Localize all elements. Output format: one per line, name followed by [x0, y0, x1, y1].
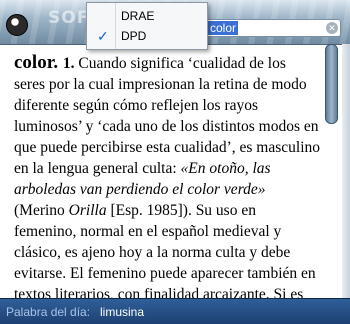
- definition-paragraph: color. 1. Cuando significa ‘cualidad de …: [14, 52, 320, 298]
- definition-body: Cuando significa ‘cualidad de los seres …: [14, 55, 320, 177]
- citation-source: Orilla: [68, 202, 107, 219]
- word-of-day-label: Palabra del día:: [6, 305, 91, 319]
- vertical-scrollbar[interactable]: [324, 44, 338, 298]
- right-edge: [342, 44, 350, 298]
- word-of-day-link[interactable]: limusina: [100, 299, 144, 324]
- menu-item-drae[interactable]: DRAE: [87, 6, 205, 26]
- clear-search-icon[interactable]: ✕: [326, 22, 338, 34]
- definition-text: color. 1. Cuando significa ‘cualidad de …: [14, 52, 320, 298]
- app-menu-icon[interactable]: [6, 14, 28, 36]
- search-input[interactable]: color ✕: [205, 19, 341, 37]
- word-of-the-day-bar: Palabra del día: limusina: [0, 298, 350, 324]
- sense-number: 1.: [62, 55, 75, 72]
- dictionary-window: SOFTPEDIA color ✕ DRAE ✓ DPD color. 1. C…: [0, 0, 350, 324]
- menu-item-dpd[interactable]: ✓ DPD: [87, 26, 205, 46]
- checkmark-icon: ✓: [97, 28, 109, 44]
- menu-item-label: DRAE: [121, 9, 155, 23]
- headword: color: [14, 52, 54, 73]
- scrollbar-thumb[interactable]: [325, 44, 338, 124]
- citation-text: (Merino: [14, 202, 69, 219]
- menu-item-label: DPD: [121, 29, 147, 43]
- search-input-value: color: [208, 21, 239, 35]
- dictionary-source-menu: DRAE ✓ DPD: [86, 2, 208, 50]
